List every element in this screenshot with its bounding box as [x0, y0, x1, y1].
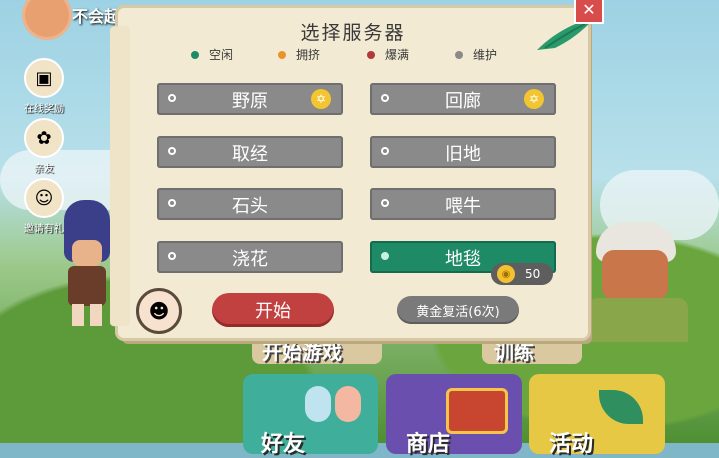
status-dot [367, 50, 375, 59]
player-name: 不会起 [72, 7, 121, 26]
server-button-jiaohua[interactable]: 浇花 [157, 241, 343, 273]
npc-character [588, 222, 698, 342]
cost-badge: ◉ 50 [491, 263, 553, 285]
friends-icon [305, 386, 331, 422]
treasure-chest-icon: ▣ [24, 58, 64, 98]
status-dot [278, 50, 286, 59]
chest-icon [446, 388, 508, 434]
cost-value: 50 [525, 267, 541, 281]
legend-idle: 空闲 [191, 46, 233, 63]
friends-menu-card[interactable]: 好友 [243, 374, 378, 457]
legend-crowded: 拥挤 [278, 46, 320, 63]
training-label: 训练 [494, 340, 534, 364]
server-select-dialog: 选择服务器 [118, 8, 588, 338]
online-reward-button[interactable]: ▣ 在线奖励 [22, 58, 66, 115]
dialog-title: 选择服务器 [300, 22, 406, 44]
server-button-qujing[interactable]: 取经 [157, 136, 343, 168]
flower-icon: ✿ [24, 118, 64, 158]
server-button-huilang[interactable]: 回廊 ✡ [370, 83, 556, 115]
close-button[interactable]: ✕ [574, 0, 604, 24]
friends-relatives-button[interactable]: ✿ 亲友 [22, 118, 66, 175]
leaf-icon [599, 390, 643, 424]
star-badge-icon: ✡ [524, 89, 544, 109]
start-game-label: 开始游戏 [262, 340, 342, 364]
server-button-yeyuan[interactable]: 野原 ✡ [157, 83, 343, 115]
legend-full: 爆满 [367, 46, 409, 63]
legend-maintenance: 维护 [455, 46, 497, 63]
gold-revive-button[interactable]: 黄金复活(6次) [397, 296, 519, 324]
shop-menu-card[interactable]: 商店 [386, 374, 522, 457]
coin-icon: ◉ [497, 265, 515, 283]
start-button[interactable]: 开始 [212, 293, 334, 327]
player-character [58, 200, 116, 330]
events-menu-card[interactable]: 活动 [529, 374, 665, 457]
pet-avatar-button[interactable]: ☻ [136, 288, 182, 334]
pet-face-icon: ☻ [148, 299, 170, 323]
server-button-shitou[interactable]: 石头 [157, 188, 343, 220]
star-badge-icon: ✡ [311, 89, 331, 109]
friends-icon [335, 386, 361, 422]
status-dot [191, 50, 199, 59]
status-dot [455, 50, 463, 59]
server-button-jiudi[interactable]: 旧地 [370, 136, 556, 168]
server-button-weiniu[interactable]: 喂牛 [370, 188, 556, 220]
